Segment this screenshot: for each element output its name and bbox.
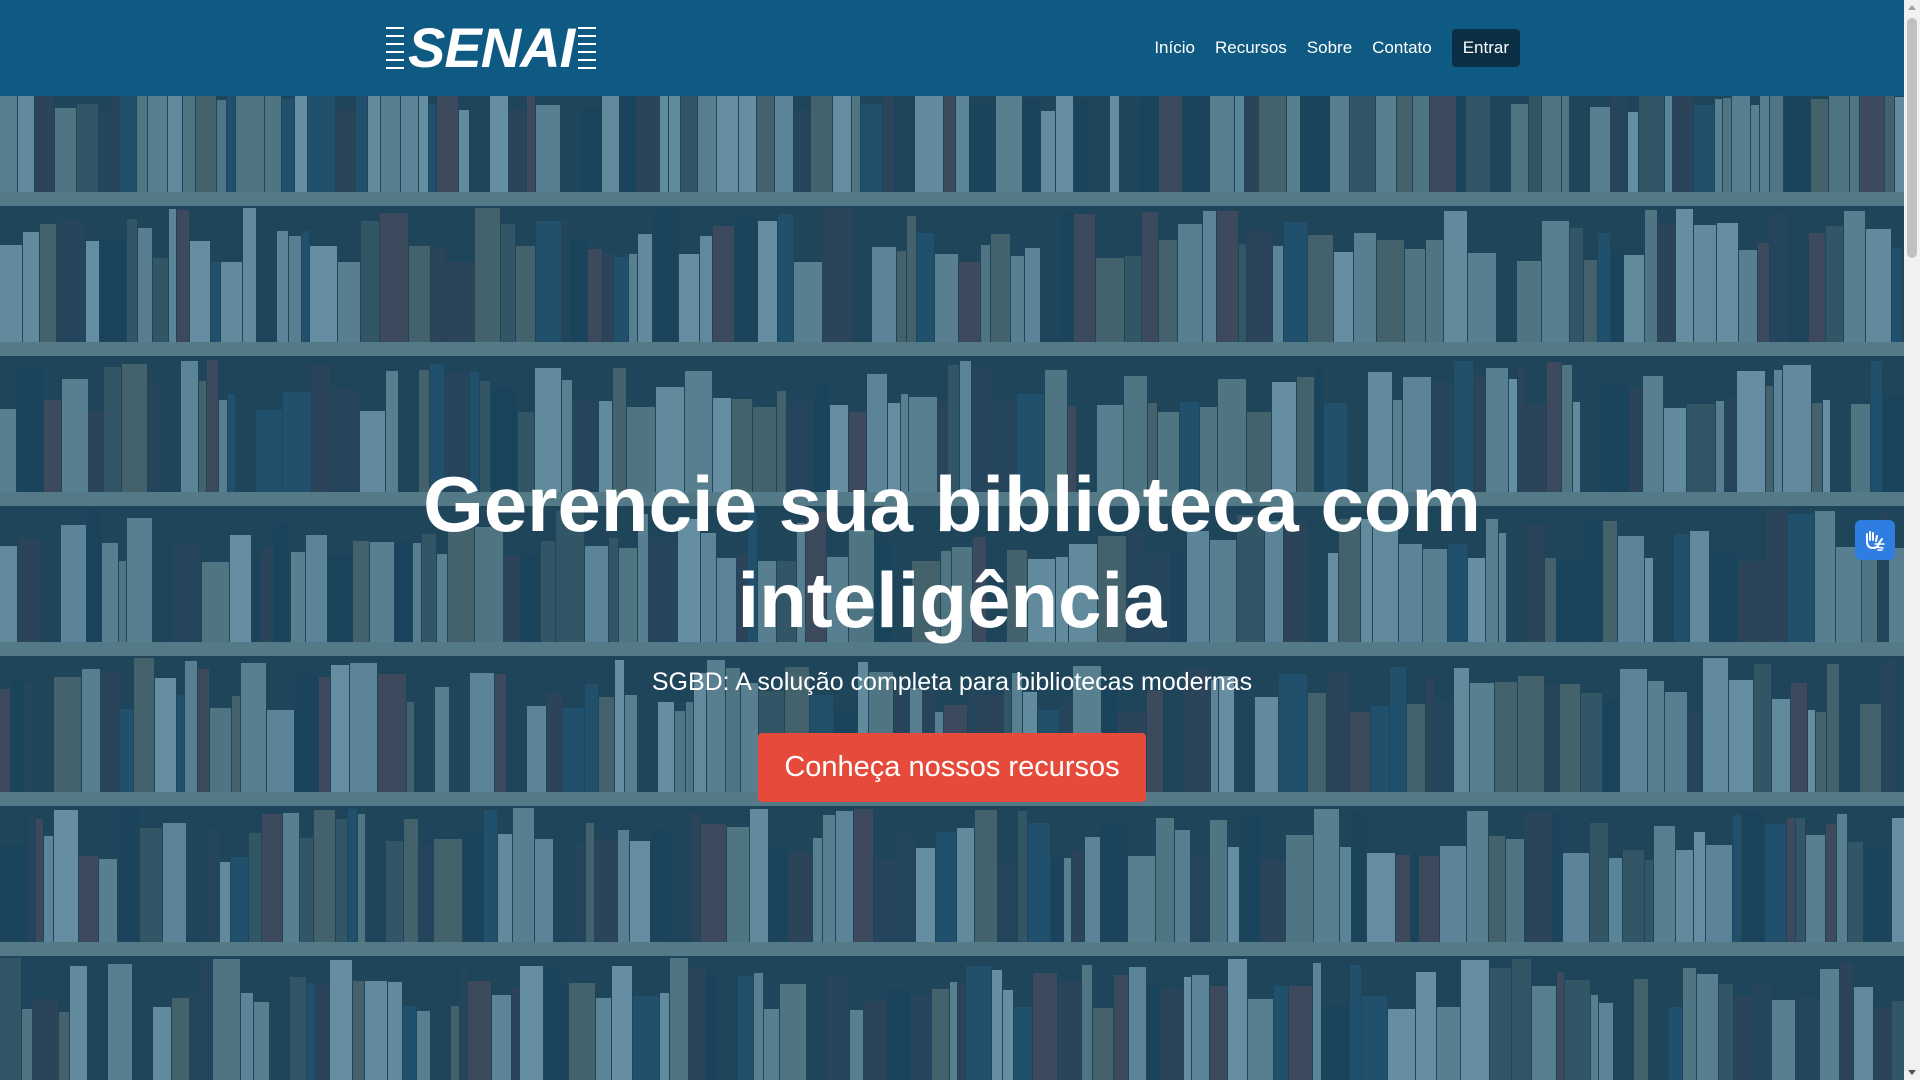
logo-right-stripes: [578, 27, 597, 69]
hero-subtitle: SGBD: A solução completa para biblioteca…: [651, 668, 1253, 696]
nav-link-recursos[interactable]: Recursos: [1205, 38, 1297, 58]
logo-left-stripes: [386, 27, 404, 69]
senai-logo[interactable]: SENAI: [386, 16, 597, 79]
hero-title: Gerencie sua biblioteca com inteligência: [423, 460, 1481, 644]
hero-content: Gerencie sua biblioteca com inteligência…: [0, 456, 1904, 802]
main-nav: Início Recursos Sobre Contato Entrar: [1144, 29, 1520, 67]
hero-section: Gerencie sua biblioteca com inteligência…: [0, 96, 1904, 1080]
login-button[interactable]: Entrar: [1451, 29, 1520, 67]
features-cta-button[interactable]: Conheça nossos recursos: [758, 733, 1146, 802]
logo-text: SENAI: [408, 16, 575, 79]
nav-link-inicio[interactable]: Início: [1144, 38, 1205, 58]
sign-language-hands-icon: [1866, 531, 1885, 551]
page-scrollbar[interactable]: [1904, 0, 1920, 1080]
nav-link-sobre[interactable]: Sobre: [1297, 38, 1362, 58]
site-header: SENAI Início Recursos Sobre Contato Entr…: [0, 0, 1904, 96]
scrollbar-thumb[interactable]: [1907, 18, 1917, 258]
scroll-down-arrow-icon[interactable]: [1908, 1070, 1916, 1075]
nav-link-contato[interactable]: Contato: [1362, 38, 1442, 58]
accessibility-widget-button[interactable]: [1855, 520, 1895, 560]
scroll-up-arrow-icon[interactable]: [1908, 5, 1916, 10]
